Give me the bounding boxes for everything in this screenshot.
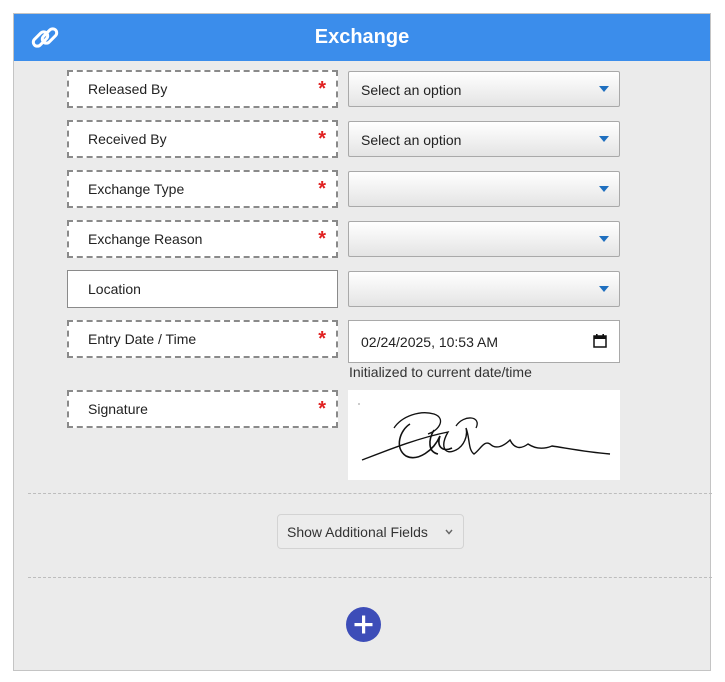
required-indicator: * [318,228,326,250]
required-indicator: * [318,78,326,100]
dropdown-caret-icon [599,236,609,242]
field-label-text: Exchange Reason [88,231,203,247]
date-hint: Initialized to current date/time [349,364,532,380]
field-label-location: Location [67,270,338,308]
exchange-type-select[interactable] [348,171,620,207]
select-value: Select an option [361,82,462,98]
panel-title: Exchange [314,26,410,48]
field-label-text: Entry Date / Time [88,331,197,347]
field-label-text: Location [88,281,141,297]
field-label-text: Signature [88,401,148,417]
select-value: Select an option [361,132,462,148]
field-label-exchange-reason: Exchange Reason * [67,220,338,258]
show-additional-fields-button[interactable]: Show Additional Fields [277,514,464,549]
section-divider [28,493,712,494]
add-button[interactable] [346,607,381,642]
dropdown-caret-icon [599,186,609,192]
exchange-panel: Exchange Released By * Select an option … [13,13,712,671]
date-value: 02/24/2025, 10:53 AM [361,334,498,350]
location-select[interactable] [348,271,620,307]
field-label-received-by: Received By * [67,120,338,158]
required-indicator: * [318,178,326,200]
field-label-released-by: Released By * [67,70,338,108]
released-by-select[interactable]: Select an option [348,71,620,107]
entry-date-input[interactable]: 02/24/2025, 10:53 AM [348,320,620,363]
chevron-down-icon [445,529,453,535]
signature-pad[interactable] [348,390,620,480]
calendar-icon[interactable] [593,334,607,348]
required-indicator: * [318,128,326,150]
field-label-exchange-type: Exchange Type * [67,170,338,208]
button-label: Show Additional Fields [287,524,428,540]
field-label-text: Received By [88,131,167,147]
dropdown-caret-icon [599,86,609,92]
section-divider [28,577,712,578]
field-label-text: Released By [88,81,168,97]
exchange-reason-select[interactable] [348,221,620,257]
required-indicator: * [318,328,326,350]
dropdown-caret-icon [599,286,609,292]
field-label-text: Exchange Type [88,181,185,197]
field-label-entry-date: Entry Date / Time * [67,320,338,358]
dropdown-caret-icon [599,136,609,142]
required-indicator: * [318,398,326,420]
panel-header: Exchange [14,14,710,61]
signature-image [358,403,611,461]
received-by-select[interactable]: Select an option [348,121,620,157]
plus-icon [354,615,373,634]
field-label-signature: Signature * [67,390,338,428]
